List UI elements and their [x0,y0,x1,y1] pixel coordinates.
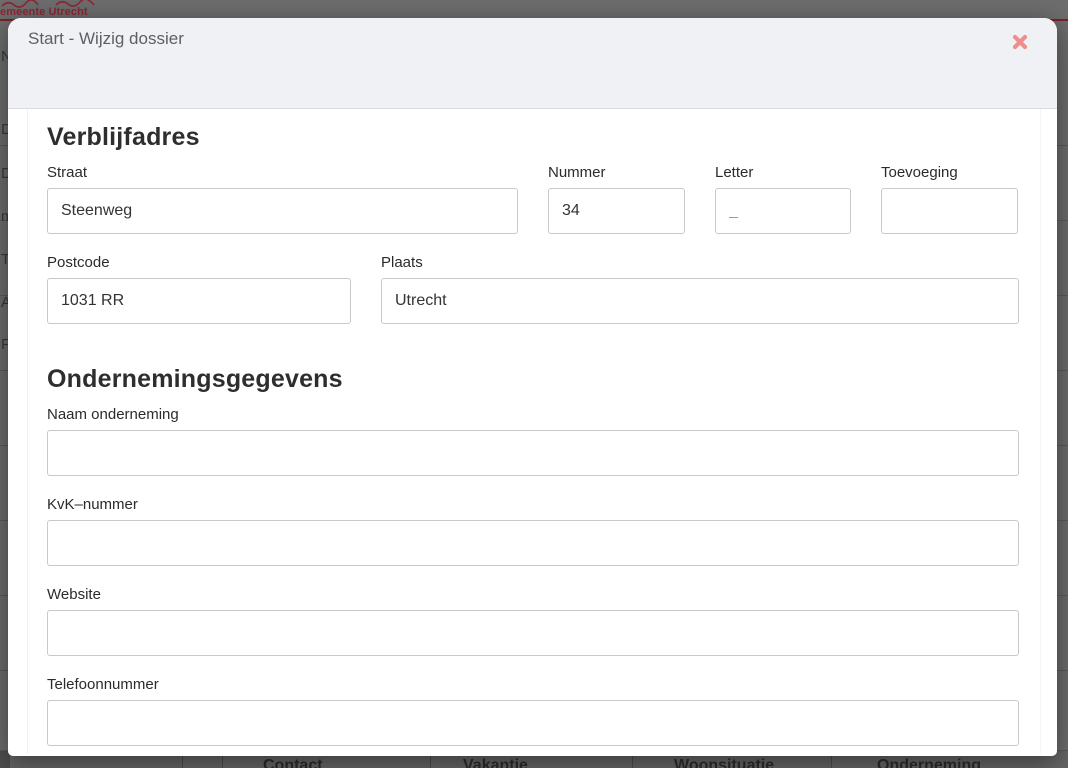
postcode-label: Postcode [47,254,351,271]
close-button[interactable] [1011,33,1029,51]
bg-table-header-woonsituatie: Woonsituatie [674,757,774,768]
dialog-content: Verblijfadres Straat Nummer Letter Toevo… [8,109,1057,746]
field-straat: Straat [47,164,518,234]
kvk-nummer-label: KvK–nummer [47,496,1019,513]
field-plaats: Plaats [381,254,1019,324]
kvk-nummer-input[interactable] [47,520,1019,566]
naam-onderneming-input[interactable] [47,430,1019,476]
letter-label: Letter [715,164,851,181]
bg-table-header-contact: Contact [263,757,323,768]
gemeente-utrecht-logo: emeente Utrecht [0,6,88,18]
nummer-label: Nummer [548,164,685,181]
field-nummer: Nummer [548,164,685,234]
section-heading-ondernemingsgegevens: Ondernemingsgegevens [47,364,1019,394]
dialog-titlebar: Start - Wijzig dossier [8,18,1057,109]
wijzig-dossier-dialog: Start - Wijzig dossier Verblijfadres Str… [8,18,1057,756]
bg-table-header-vakantie: Vakantie [463,757,528,768]
field-naam-onderneming: Naam onderneming [47,406,1019,476]
address-row-2: Postcode Plaats [47,254,1019,324]
field-website: Website [47,586,1019,656]
plaats-input[interactable] [381,278,1019,324]
letter-input[interactable] [715,188,851,234]
section-heading-verblijfadres: Verblijfadres [47,122,1019,152]
close-icon [1011,33,1029,51]
field-postcode: Postcode [47,254,351,324]
website-input[interactable] [47,610,1019,656]
straat-label: Straat [47,164,518,181]
bg-table-header-onderneming: Onderneming [877,757,981,768]
nummer-input[interactable] [548,188,685,234]
telefoonnummer-input[interactable] [47,700,1019,746]
field-kvk-nummer: KvK–nummer [47,496,1019,566]
dialog-title: Start - Wijzig dossier [28,30,184,48]
address-row-1: Straat Nummer Letter Toevoeging [47,164,1019,234]
plaats-label: Plaats [381,254,1019,271]
app-screen: emeente Utrecht N D D m T A F Contact Va… [0,0,1068,768]
toevoeging-input[interactable] [881,188,1018,234]
toevoeging-label: Toevoeging [881,164,1018,181]
naam-onderneming-label: Naam onderneming [47,406,1019,423]
field-toevoeging: Toevoeging [881,164,1018,234]
straat-input[interactable] [47,188,518,234]
field-telefoonnummer: Telefoonnummer [47,676,1019,746]
telefoonnummer-label: Telefoonnummer [47,676,1019,693]
field-letter: Letter [715,164,851,234]
postcode-input[interactable] [47,278,351,324]
website-label: Website [47,586,1019,603]
